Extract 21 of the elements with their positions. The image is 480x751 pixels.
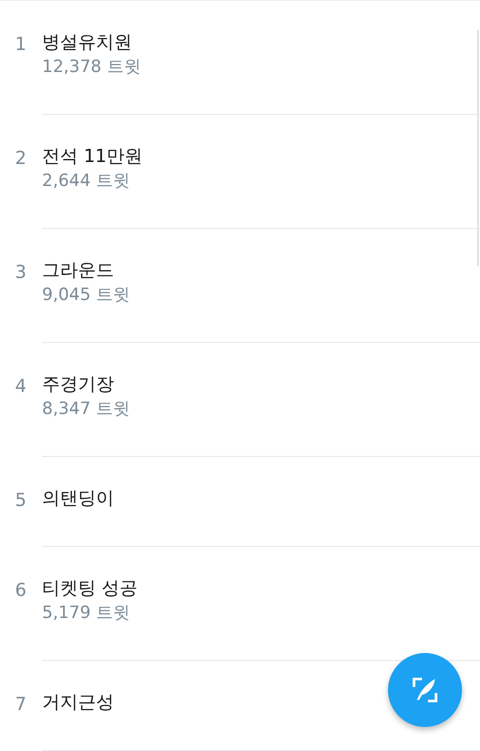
tweet-count: 12,378 트윗 [42, 56, 141, 79]
trend-name[interactable]: 티켓팅 성공 [42, 577, 138, 601]
trend-rank: 5 [15, 489, 26, 513]
compose-button[interactable] [388, 653, 462, 727]
trend-name[interactable]: 전석 11만원 [42, 145, 143, 169]
trend-rank: 7 [15, 693, 26, 717]
tweet-count: 9,045 트윗 [42, 284, 130, 307]
trend-rank: 2 [15, 147, 26, 171]
trend-name[interactable]: 그라운드 [42, 259, 130, 283]
tweet-count: 2,644 트윗 [42, 170, 132, 193]
trend-name[interactable]: 주경기장 [42, 373, 130, 397]
trend-rank: 6 [15, 579, 26, 603]
trend-name[interactable]: 병설유치원 [42, 31, 141, 55]
trend-rank: 3 [15, 261, 26, 285]
tweet-count: 8,347 트윗 [42, 398, 130, 421]
quill-icon [410, 675, 440, 705]
trend-name[interactable]: 거지근성 [42, 691, 114, 715]
trend-name[interactable]: 의탠딩이 [42, 487, 114, 511]
trend-rank: 1 [15, 33, 26, 57]
trend-rank: 4 [15, 375, 26, 399]
tweet-count: 5,179 트윗 [42, 602, 132, 625]
